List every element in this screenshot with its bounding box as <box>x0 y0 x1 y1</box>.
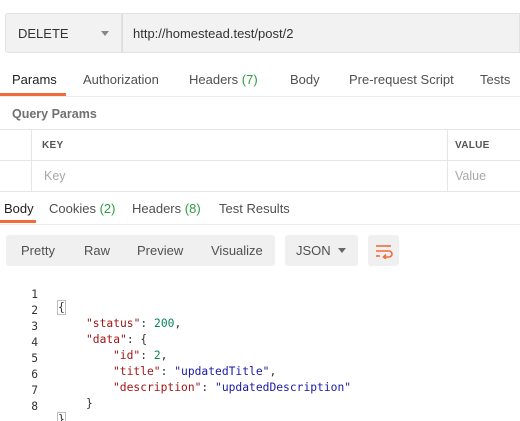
tab-response-body[interactable]: Body <box>4 201 34 216</box>
tab-params[interactable]: Params <box>12 72 57 87</box>
tab-body[interactable]: Body <box>290 72 320 87</box>
code-line: 5 "title": "updatedTitle", <box>0 339 520 378</box>
wrap-lines-icon <box>375 244 393 259</box>
query-params-table: KEY VALUE Key Value <box>0 129 520 192</box>
tab-test-results[interactable]: Test Results <box>219 201 290 216</box>
url-input[interactable]: http://homestead.test/post/2 <box>122 13 520 53</box>
wrap-lines-button[interactable] <box>368 235 399 266</box>
view-mode-group: Pretty Raw Preview Visualize <box>6 235 275 266</box>
line-number: 8 <box>31 400 38 413</box>
headers-count: (7) <box>241 72 258 87</box>
chevron-down-icon <box>338 248 346 253</box>
column-divider <box>31 130 32 191</box>
method-select[interactable]: DELETE <box>5 13 122 53</box>
tab-cookies[interactable]: Cookies (2) <box>49 201 115 216</box>
tab-response-headers[interactable]: Headers (8) <box>132 201 201 216</box>
query-params-header-row <box>0 130 520 161</box>
code-line: 3 "data": { <box>0 307 520 346</box>
column-divider <box>447 130 448 191</box>
response-tabs: Body Cookies (2) Headers (8) Test Result… <box>0 196 520 224</box>
code-line: 6 "description": "updatedDescription" <box>0 355 520 394</box>
value-column-header: VALUE <box>455 140 490 151</box>
format-select[interactable]: JSON <box>285 235 358 266</box>
cookies-count: (2) <box>99 201 116 216</box>
active-tab-indicator <box>0 220 36 223</box>
chevron-down-icon <box>101 31 109 36</box>
code-text: } <box>57 412 66 421</box>
response-headers-count: (8) <box>184 201 201 216</box>
pretty-button[interactable]: Pretty <box>21 243 55 258</box>
request-url-bar: DELETE http://homestead.test/post/2 <box>5 13 520 53</box>
method-label: DELETE <box>18 25 69 41</box>
tab-tests[interactable]: Tests <box>480 72 510 87</box>
code-line: 7 } <box>0 371 520 410</box>
format-label: JSON <box>296 243 331 258</box>
request-tabs: Params Authorization Headers (7) Body Pr… <box>0 64 520 96</box>
code-line: 8 } <box>0 387 520 421</box>
query-params-title: Query Params <box>12 107 97 121</box>
code-line: 2 "status": 200, <box>0 291 520 330</box>
tab-headers[interactable]: Headers (7) <box>189 72 258 87</box>
key-input[interactable]: Key <box>44 169 66 183</box>
code-line: 1 { <box>0 275 520 315</box>
divider <box>0 96 520 97</box>
visualize-button[interactable]: Visualize <box>211 243 263 258</box>
code-line: 4 "id": 2, <box>0 323 520 362</box>
tab-authorization[interactable]: Authorization <box>83 72 159 87</box>
value-input[interactable]: Value <box>455 169 486 183</box>
url-text: http://homestead.test/post/2 <box>133 25 294 41</box>
preview-button[interactable]: Preview <box>137 243 183 258</box>
raw-button[interactable]: Raw <box>84 243 110 258</box>
divider <box>0 224 520 225</box>
key-column-header: KEY <box>42 140 64 151</box>
tab-pre-request-script[interactable]: Pre-request Script <box>349 72 454 87</box>
